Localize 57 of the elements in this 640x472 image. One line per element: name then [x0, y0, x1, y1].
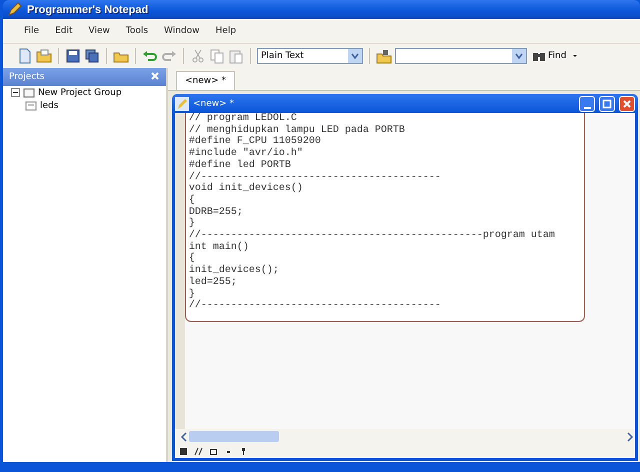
document-tab[interactable]: <new> * — [176, 71, 236, 90]
code-line: { — [188, 253, 196, 264]
marker-icon — [239, 446, 248, 456]
menu-item[interactable]: Help — [208, 24, 244, 38]
new-file-icon — [17, 48, 33, 64]
code-line: //---------------------------------------- — [188, 172, 442, 183]
undo-icon — [142, 48, 158, 64]
save-all-icon — [84, 48, 100, 64]
document-title: <new> * — [193, 98, 236, 108]
menu-item[interactable]: Window — [157, 24, 207, 38]
find-combo-field[interactable] — [395, 48, 527, 64]
caret-icon — [571, 52, 580, 60]
tree-item[interactable]: leds — [40, 100, 58, 110]
group-icon — [23, 86, 35, 98]
menu-item[interactable]: File — [17, 24, 46, 38]
code-line: #define F_CPU 11059200 — [188, 136, 322, 148]
menu-item[interactable]: Edit — [48, 24, 80, 38]
frame-icon — [209, 446, 218, 456]
redo-icon — [161, 48, 177, 64]
code-line: // program LEDOL.C — [188, 113, 298, 124]
scissors-icon — [190, 48, 206, 64]
window-title: Programmer's Notepad — [27, 4, 148, 16]
code-line: } — [188, 218, 196, 230]
find-button[interactable]: Find — [530, 49, 568, 63]
project-icon — [25, 100, 37, 112]
pencil-icon — [175, 96, 189, 110]
save-icon — [65, 48, 81, 64]
minimize-icon — [584, 106, 590, 108]
tree-item[interactable]: New Project Group — [38, 88, 122, 98]
menu-item[interactable]: Tools — [118, 24, 156, 38]
code-line: int main() — [188, 242, 250, 253]
code-line: //---------------------------------------- — [188, 300, 442, 312]
code-editor[interactable] — [184, 113, 585, 322]
code-line: //-----------------------------------------------program utam — [188, 230, 556, 242]
code-line: #define led PORTB — [188, 160, 292, 172]
panel-title: Projects — [9, 72, 44, 82]
close-icon — [622, 98, 632, 108]
minimize-button[interactable] — [579, 96, 595, 112]
scheme-dropdown[interactable]: Plain Text — [257, 48, 363, 64]
code-line: { — [188, 194, 196, 207]
menu-item[interactable]: View — [82, 24, 117, 38]
code-line: void init_devices() — [188, 183, 304, 194]
paste-icon — [228, 48, 244, 64]
code-line: DDRB=255; — [188, 206, 244, 218]
code-line: init_devices(); — [188, 265, 280, 276]
collapse-icon[interactable] — [11, 88, 20, 97]
code-line: #include "avr/io.h" — [188, 148, 304, 160]
open-folder-icon — [36, 48, 52, 64]
code-line: // menghidupkan lampu LED pada PORTB — [188, 124, 406, 136]
copy-icon — [209, 48, 225, 64]
close-icon — [150, 70, 160, 80]
close-button[interactable] — [619, 96, 635, 112]
scrollbar-thumb[interactable] — [189, 431, 279, 442]
code-line: } — [188, 288, 195, 300]
maximize-icon — [602, 98, 612, 108]
maximize-button[interactable] — [599, 96, 615, 112]
code-line: led=255; — [188, 276, 238, 288]
